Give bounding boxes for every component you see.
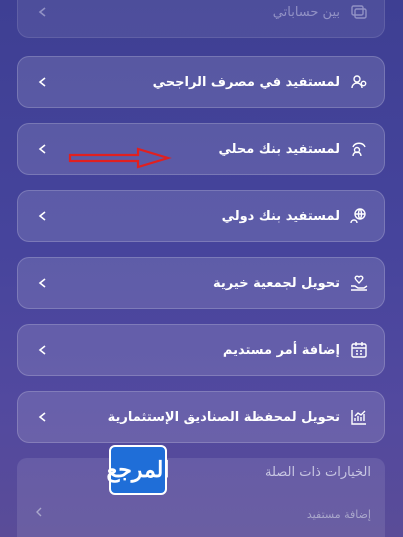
- chevron-left-icon: [34, 274, 52, 292]
- related-options-title: الخيارات ذات الصلة: [265, 465, 371, 480]
- menu-item-investment-funds-transfer[interactable]: تحويل لمحفظة الصناديق الإستثمارية: [17, 391, 385, 443]
- menu-item-label: بين حساباتي: [272, 4, 340, 20]
- chevron-left-icon: [34, 207, 52, 225]
- menu-item-label: لمستفيد في مصرف الراجحي: [152, 74, 340, 90]
- related-options-section: الخيارات ذات الصلة إضافة مستفيد: [17, 458, 385, 537]
- accounts-transfer-icon: [348, 1, 370, 23]
- chevron-left-icon: [34, 3, 52, 21]
- menu-item-label: لمستفيد بنك محلي: [218, 141, 340, 157]
- menu-item-standing-order[interactable]: إضافة أمر مستديم: [17, 324, 385, 376]
- chevron-left-icon: [34, 73, 52, 91]
- chevron-left-icon: [36, 507, 42, 517]
- chevron-left-icon: [34, 140, 52, 158]
- beneficiary-alrajhi-icon: [348, 71, 370, 93]
- menu-item-international-beneficiary[interactable]: لمستفيد بنك دولي: [17, 190, 385, 242]
- chevron-left-icon: [34, 408, 52, 426]
- standing-order-icon: [348, 339, 370, 361]
- beneficiary-local-bank-icon: [348, 138, 370, 160]
- chevron-left-icon: [34, 341, 52, 359]
- watermark-logo: المرجع: [106, 445, 170, 495]
- investment-funds-icon: [348, 406, 370, 428]
- beneficiary-international-icon: [348, 205, 370, 227]
- menu-item-between-accounts[interactable]: بين حساباتي: [17, 0, 385, 38]
- logo-text: المرجع: [106, 457, 170, 483]
- red-arrow-annotation-icon: [68, 147, 172, 169]
- menu-item-charity-transfer[interactable]: تحويل لجمعية خيرية: [17, 257, 385, 309]
- charity-icon: [348, 272, 370, 294]
- menu-item-label: تحويل لمحفظة الصناديق الإستثمارية: [107, 409, 340, 425]
- menu-item-label: لمستفيد بنك دولي: [221, 208, 340, 224]
- related-item-add-beneficiary[interactable]: إضافة مستفيد: [307, 508, 371, 521]
- menu-item-alrajhi-beneficiary[interactable]: لمستفيد في مصرف الراجحي: [17, 56, 385, 108]
- menu-item-label: تحويل لجمعية خيرية: [213, 275, 340, 291]
- menu-item-label: إضافة أمر مستديم: [222, 342, 340, 358]
